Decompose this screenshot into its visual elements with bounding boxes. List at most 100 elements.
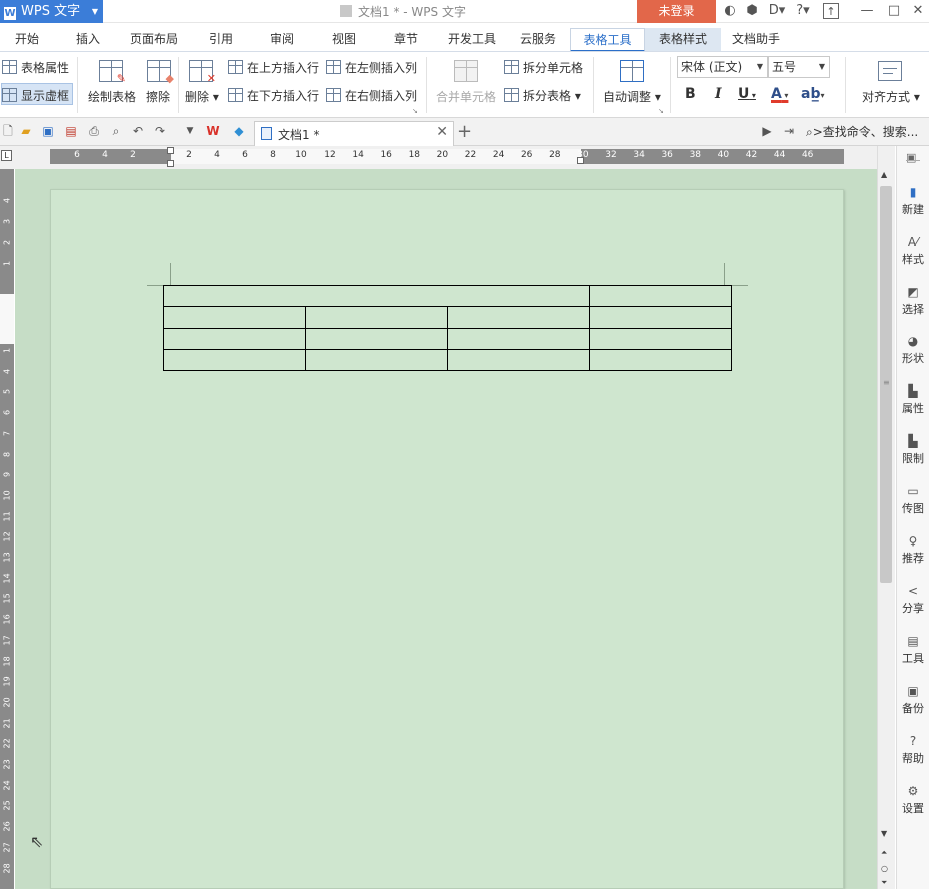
undo-icon[interactable]: ↶ [130,123,146,139]
scroll-down-icon[interactable]: ▼ [881,829,887,838]
delete-button[interactable]: 删除 ▾ [185,88,219,105]
cloud-docs-icon[interactable]: ◆ [231,123,247,139]
tab-stop-icon[interactable]: L [1,150,12,161]
erase-button[interactable]: 擦除 [146,88,170,105]
eraser-icon[interactable]: ◆ [147,60,174,84]
export-pdf-icon[interactable]: ▤ [63,123,79,139]
maximize-icon[interactable]: □ [886,3,902,19]
font-color-button[interactable]: A ▾ [771,85,788,105]
help-icon[interactable]: ?▾ [792,3,814,19]
tab-developer[interactable]: 开发工具 [440,28,504,51]
tab-page-layout[interactable]: 页面布局 [122,28,186,51]
panel-backup[interactable]: ▣ 备份 [897,684,929,716]
right-indent-icon[interactable] [577,157,584,164]
hanging-indent-icon[interactable] [167,160,174,167]
search-input[interactable]: >查找命令、搜索... [813,125,919,139]
screen-mode-icon[interactable]: ▶ [759,123,775,139]
wps-home-icon[interactable]: W [205,123,221,139]
panel-styles[interactable]: A⁄ 样式 [897,235,929,267]
panel-share[interactable]: < 分享 [897,584,929,616]
align-icon[interactable] [878,61,902,81]
table-cell[interactable] [589,306,732,329]
table-cell[interactable] [163,306,306,329]
table-cell[interactable] [305,348,448,372]
close-tab-icon[interactable]: ✕ [436,124,448,140]
new-tab-button[interactable]: + [457,121,472,142]
panel-toggle-icon[interactable]: ▣ [906,151,916,164]
auto-fit-icon[interactable] [620,60,644,82]
auto-fit-button[interactable]: 自动调整 ▾ [603,88,661,105]
insert-row-below-button[interactable]: 在下方插入行 [228,87,319,104]
align-button[interactable]: 对齐方式 ▾ [862,88,920,105]
dialog-launcher-icon[interactable]: ↘ [658,107,664,115]
save-icon[interactable]: ▣ [40,123,56,139]
split-cells-button[interactable]: 拆分单元格 [504,59,583,76]
tab-cloud[interactable]: 云服务 [512,28,564,51]
skin-icon[interactable]: ◐ [722,3,738,19]
tab-table-tools[interactable]: 表格工具 [570,28,645,52]
panel-settings[interactable]: ⚙ 设置 [897,784,929,816]
first-line-indent-icon[interactable] [167,147,174,154]
settings-icon[interactable]: ⬢ [744,3,760,19]
print-preview-icon[interactable]: ⌕ [108,123,124,139]
delete-table-icon[interactable]: ✕ [189,60,216,84]
table-cell[interactable] [447,306,590,329]
insert-col-right-button[interactable]: 在右侧插入列 [326,87,417,104]
tab-view[interactable]: 视图 [320,28,368,51]
print-icon[interactable]: ⎙ [86,123,102,139]
table-cell[interactable] [447,327,590,350]
table-cell[interactable] [305,306,448,329]
feedback-icon[interactable]: D▾ [766,3,788,19]
panel-properties[interactable]: ▙ 属性 [897,384,929,416]
tab-section[interactable]: 章节 [382,28,430,51]
customize-dropdown-icon[interactable]: ▼ [182,123,198,139]
underline-button[interactable]: U ▾ [738,85,756,105]
font-name-select[interactable]: 宋体 (正文) ▼ [677,56,768,78]
table-cell[interactable] [589,348,732,372]
table-cell[interactable] [163,284,590,308]
login-button[interactable]: 未登录 [637,0,716,23]
tab-insert[interactable]: 插入 [64,28,112,51]
scroll-up-icon[interactable]: ▲ [881,170,887,179]
merge-cells-button[interactable]: 合并单元格 [436,88,496,105]
tab-review[interactable]: 审阅 [258,28,306,51]
panel-upload-image[interactable]: ▭ 传图 [897,484,929,516]
panel-recommend[interactable]: ♀ 推荐 [897,534,929,566]
table-cell[interactable] [589,284,732,308]
panel-new[interactable]: ▮ 新建 [897,185,929,217]
split-table-button[interactable]: 拆分表格 ▾ [504,87,581,104]
prev-page-icon[interactable]: ⏶ [881,848,887,858]
table-cell[interactable] [589,327,732,350]
bold-button[interactable]: B [685,85,696,103]
tab-references[interactable]: 引用 [197,28,245,51]
panel-shapes[interactable]: ◕ 形状 [897,334,929,366]
panel-restrict[interactable]: ▙ 限制 [897,434,929,466]
select-browse-object-icon[interactable]: ○ [881,864,888,873]
highlight-icon[interactable]: ab̲▾ [801,85,824,105]
draw-table-icon[interactable]: ✎ [99,60,126,84]
panel-help[interactable]: ? 帮助 [897,734,929,766]
table-cell[interactable] [163,327,306,350]
panel-select[interactable]: ◩ 选择 [897,285,929,317]
upload-icon[interactable]: ↑ [823,3,839,19]
dialog-launcher-icon[interactable]: ↘ [412,107,418,115]
close-icon[interactable]: ✕ [910,3,926,19]
draw-table-button[interactable]: 绘制表格 [88,88,136,105]
table-properties-button[interactable]: 表格属性 [2,59,69,76]
insert-col-left-button[interactable]: 在左侧插入列 [326,59,417,76]
command-search[interactable]: ⌕>查找命令、搜索... [806,123,918,140]
app-menu-button[interactable]: W WPS 文字 ▼ [0,0,103,23]
italic-button[interactable]: I [715,85,722,103]
open-folder-icon[interactable]: ▰ [18,123,34,139]
insert-row-above-button[interactable]: 在上方插入行 [228,59,319,76]
minimize-icon[interactable]: — [859,3,875,19]
tab-table-style[interactable]: 表格样式 [645,28,721,51]
table-cell[interactable] [163,348,306,372]
redo-icon[interactable]: ↷ [152,123,168,139]
next-page-icon[interactable]: ⏷ [881,878,887,888]
panel-tools[interactable]: ▤ 工具 [897,634,929,666]
table-cell[interactable] [447,348,590,372]
font-size-select[interactable]: 五号 ▼ [768,56,830,78]
document-table[interactable] [163,284,732,372]
document-tab[interactable]: 文档1 * ✕ [254,121,454,146]
